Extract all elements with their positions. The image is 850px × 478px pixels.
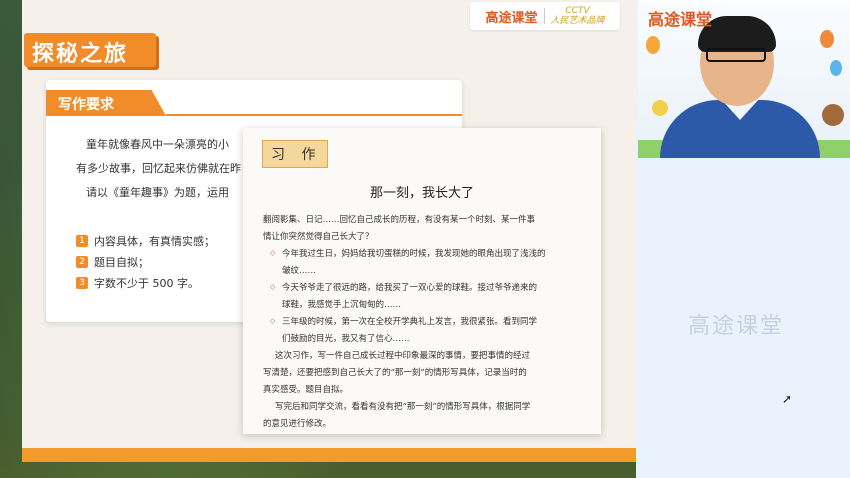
brand-logo-box: 高途课堂 CCTV 人民艺术品牌 [470, 2, 620, 30]
requirement-item: 字数不少于 500 字。 [94, 277, 199, 290]
cctv-logo: CCTV 人民艺术品牌 [551, 6, 605, 26]
sticker-icon [652, 100, 668, 116]
requirement-item: 内容具体，有真情实感； [94, 235, 215, 248]
composition-body-line: 写完后和同学交流，看看有没有把“那一刻”的情形写具体，根据同学 [275, 402, 531, 412]
requirements-heading-rule [166, 114, 462, 116]
bear-sticker-icon [822, 104, 844, 126]
example-line: 今年我过生日，妈妈给我切蛋糕的时候，我发现她的眼角出现了浅浅的 [282, 249, 546, 259]
composition-title: 那一刻，我长大了 [370, 186, 475, 201]
diamond-bullet-icon: ◇ [270, 249, 276, 257]
balloon-icon [820, 30, 834, 48]
item-number: 2 [76, 256, 88, 268]
watermark: 高途课堂 [688, 314, 785, 339]
example-line: 今天爷爷走了很远的路，给我买了一双心爱的球鞋。接过爷爷递来的 [282, 283, 538, 293]
section-banner-title: 探秘之旅 [32, 42, 129, 67]
cctv-sub: 人民艺术品牌 [550, 16, 605, 26]
cctv-label: CCTV [565, 6, 590, 16]
video-brand: 高途课堂 [648, 10, 713, 29]
composition-tag: 习 作 [271, 147, 322, 163]
balloon-icon [830, 60, 842, 76]
composition-body-line: 的意见进行修改。 [263, 419, 332, 429]
composition-body-line: 这次习作，写一件自己成长过程中印象最深的事情，要把事情的经过 [275, 351, 531, 361]
composition-body-line: 写清楚，还要把感到自己长大了的“那一刻”的情形写具体，记录当时的 [263, 368, 527, 378]
example-line: 皱纹…… [282, 266, 317, 276]
slide-footer-bar [22, 448, 636, 462]
example-line: 们鼓励的目光，我又有了信心…… [282, 334, 410, 344]
example-line: 三年级的时候，第一次在全校开学典礼上发言，我很紧张。看到同学 [282, 317, 538, 327]
requirements-line: 请以《童年趣事》为题，运用 [86, 186, 229, 199]
requirements-line: 有多少故事，回忆起来仿佛就在昨 [76, 162, 241, 175]
mouse-cursor-icon: ➚ [782, 392, 793, 406]
brand-divider [543, 8, 545, 24]
requirement-item: 题目自拟； [94, 256, 149, 269]
diamond-bullet-icon: ◇ [270, 283, 276, 291]
composition-intro-line: 情让你突然觉得自己长大了？ [263, 232, 374, 242]
balloon-icon [646, 36, 660, 54]
item-number: 1 [76, 235, 88, 247]
example-line: 球鞋，我感觉手上沉甸甸的…… [282, 300, 402, 310]
requirements-line: 童年就像春风中一朵漂亮的小 [86, 138, 229, 151]
item-number: 3 [76, 277, 88, 289]
brand-name: 高途课堂 [485, 10, 538, 26]
composition-intro-line: 翻阅影集、日记……回忆自己成长的历程，有没有某一个时刻、某一件事 [263, 215, 536, 225]
teacher-glasses [706, 48, 766, 62]
requirements-heading: 写作要求 [58, 97, 114, 113]
diamond-bullet-icon: ◇ [270, 317, 276, 325]
composition-body-line: 真实感受。题目自拟。 [263, 385, 349, 395]
